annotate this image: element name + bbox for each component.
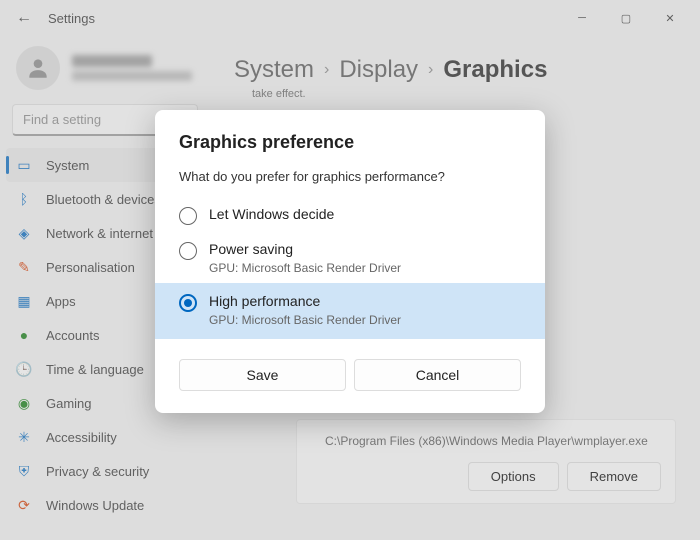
dialog-question: What do you prefer for graphics performa… [179,169,521,184]
modal-overlay: Graphics preference What do you prefer f… [0,0,700,540]
option-let-windows-decide[interactable]: Let Windows decide [155,198,545,233]
radio-icon [179,294,197,312]
option-label: Power saving [209,241,401,257]
dialog-title: Graphics preference [179,132,521,153]
radio-icon [179,242,197,260]
option-power-saving[interactable]: Power saving GPU: Microsoft Basic Render… [155,233,545,283]
cancel-button[interactable]: Cancel [354,359,521,391]
option-sublabel: GPU: Microsoft Basic Render Driver [209,261,401,275]
option-sublabel: GPU: Microsoft Basic Render Driver [209,313,401,327]
graphics-preference-dialog: Graphics preference What do you prefer f… [155,110,545,413]
radio-icon [179,207,197,225]
option-high-performance[interactable]: High performance GPU: Microsoft Basic Re… [155,283,545,339]
save-button[interactable]: Save [179,359,346,391]
option-label: Let Windows decide [209,206,334,222]
option-label: High performance [209,293,401,309]
